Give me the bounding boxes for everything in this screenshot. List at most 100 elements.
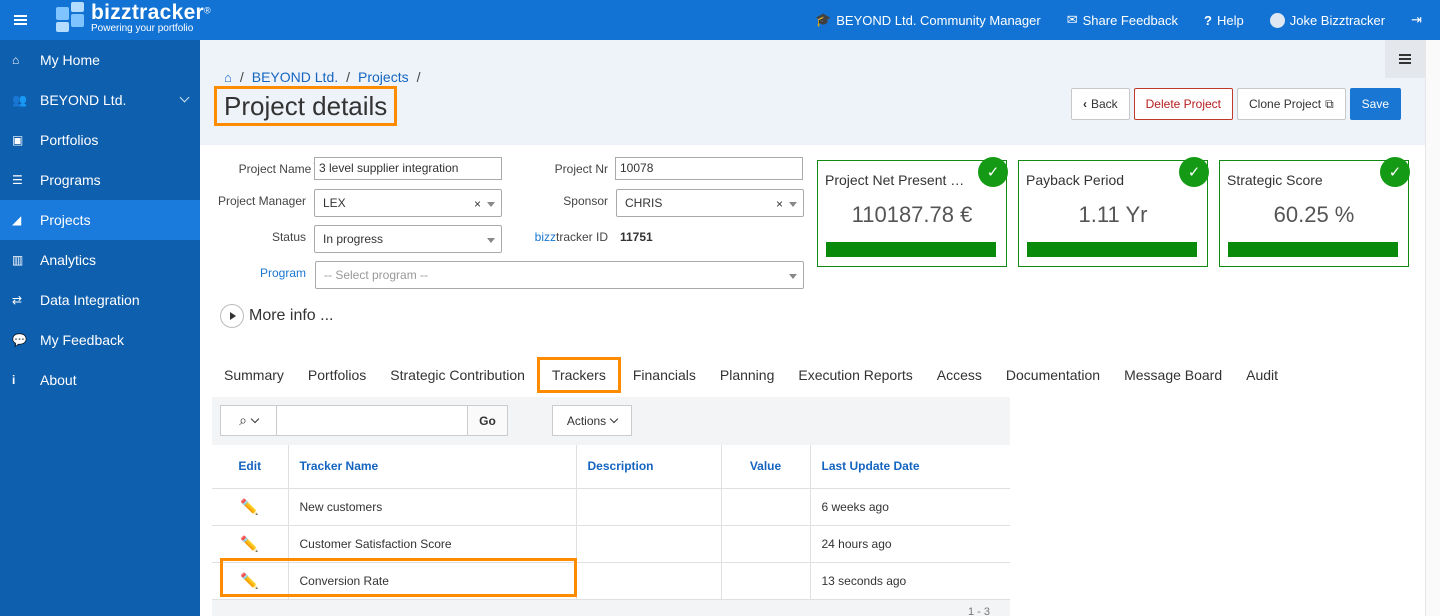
- sponsor-select[interactable]: CHRIS ×: [616, 189, 804, 217]
- sidebar-item-label: Programs: [40, 172, 101, 188]
- tab-portfolios[interactable]: Portfolios: [296, 357, 378, 393]
- tracker-name: Conversion Rate: [288, 562, 577, 600]
- edit-pencil-icon[interactable]: ✏️: [240, 499, 259, 516]
- community-label: BEYOND Ltd. Community Manager: [836, 12, 1041, 28]
- actions-button[interactable]: Actions: [552, 405, 632, 436]
- sidebar-item-my-home[interactable]: ⌂ My Home: [0, 40, 200, 80]
- status-select[interactable]: In progress: [314, 225, 502, 253]
- clone-project-button[interactable]: Clone Project ⧉: [1237, 88, 1346, 120]
- project-name-input[interactable]: 3 level supplier integration: [314, 157, 502, 180]
- save-button[interactable]: Save: [1349, 88, 1401, 120]
- trackers-panel: ⌕ Go Actions Edit Tracker Name Descripti…: [212, 397, 1010, 616]
- tab-summary[interactable]: Summary: [212, 357, 296, 393]
- chevron-left-icon: ‹: [1082, 97, 1087, 111]
- sidebar-item-portfolios[interactable]: ▣ Portfolios: [0, 120, 200, 160]
- kpi-card-npv: Project Net Present Value 110187.78 € ✓: [817, 157, 1008, 267]
- edit-pencil-icon[interactable]: ✏️: [240, 536, 259, 553]
- project-nr-label: Project Nr: [554, 162, 608, 176]
- sidebar-item-data-integration[interactable]: ⇄ Data Integration: [0, 280, 200, 320]
- sidebar-item-programs[interactable]: ☰ Programs: [0, 160, 200, 200]
- program-label[interactable]: Program: [210, 266, 306, 280]
- sidebar-item-label: My Feedback: [40, 332, 125, 348]
- kpi-value: 60.25 %: [1273, 202, 1355, 227]
- sidebar: ⌂ My Home 👥 BEYOND Ltd. ▣ Portfolios ☰ P…: [0, 40, 200, 616]
- trackers-table: Edit Tracker Name Description Value Last…: [212, 445, 1010, 600]
- column-header-description[interactable]: Description: [576, 445, 722, 489]
- tab-strategic-contribution[interactable]: Strategic Contribution: [378, 357, 537, 393]
- column-header-last-update[interactable]: Last Update Date: [810, 445, 1010, 489]
- menu-toggle-icon[interactable]: [0, 0, 40, 40]
- user-name: Joke Bizztracker: [1289, 12, 1386, 28]
- tab-financials[interactable]: Financials: [621, 357, 708, 393]
- tab-access[interactable]: Access: [925, 357, 994, 393]
- community-link[interactable]: 🎓 BEYOND Ltd. Community Manager: [815, 12, 1041, 28]
- graduation-cap-icon: 🎓: [815, 12, 832, 27]
- tracker-updated: 13 seconds ago: [810, 562, 1010, 600]
- brand-name: bizztracker: [91, 1, 205, 24]
- project-manager-select[interactable]: LEX ×: [314, 189, 502, 217]
- clear-icon[interactable]: ×: [776, 197, 783, 211]
- sidebar-item-about[interactable]: i About: [0, 360, 200, 400]
- page-scrollbar[interactable]: [1425, 40, 1440, 616]
- column-header-edit[interactable]: Edit: [212, 445, 289, 489]
- brand-trademark: ®: [204, 5, 211, 16]
- share-feedback-link[interactable]: ✉ Share Feedback: [1067, 12, 1178, 28]
- help-link[interactable]: ? Help: [1204, 13, 1244, 28]
- go-button[interactable]: Go: [467, 406, 507, 435]
- program-select[interactable]: -- Select program --: [315, 261, 804, 289]
- tab-documentation[interactable]: Documentation: [994, 357, 1112, 393]
- more-info-toggle[interactable]: More info ...: [220, 304, 333, 328]
- clear-icon[interactable]: ×: [474, 197, 481, 211]
- brand-tagline: Powering your portfolio: [91, 23, 194, 34]
- tracker-description: [576, 562, 722, 600]
- sidebar-item-beyond[interactable]: 👥 BEYOND Ltd.: [0, 80, 200, 120]
- tab-message-board[interactable]: Message Board: [1112, 357, 1234, 393]
- logo[interactable]: bizztracker® Powering your portfolio: [54, 1, 211, 35]
- project-name-label: Project Name*: [238, 159, 318, 176]
- edit-pencil-icon[interactable]: ✏️: [240, 573, 259, 590]
- check-icon: ✓: [1179, 157, 1209, 187]
- tab-audit[interactable]: Audit: [1234, 357, 1290, 393]
- tab-execution-reports[interactable]: Execution Reports: [786, 357, 924, 393]
- kpi-bar: [1027, 242, 1197, 257]
- status-label: Status: [271, 230, 306, 244]
- kpi-value: 110187.78 €: [851, 202, 973, 227]
- copy-icon: ⧉: [1325, 96, 1334, 111]
- users-icon: 👥: [12, 93, 27, 107]
- column-header-value[interactable]: Value: [721, 445, 811, 489]
- back-button[interactable]: ‹ Back: [1070, 88, 1130, 120]
- chevron-down-icon: [789, 274, 797, 279]
- column-header-tracker-name[interactable]: Tracker Name: [288, 445, 577, 489]
- search-column-selector[interactable]: ⌕: [221, 406, 277, 435]
- sidebar-item-projects[interactable]: ◢ Projects: [0, 200, 200, 240]
- sidebar-item-analytics[interactable]: ▥ Analytics: [0, 240, 200, 280]
- kpi-bar: [1228, 242, 1398, 257]
- table-row: ✏️ New customers 6 weeks ago: [212, 488, 1010, 526]
- kpi-title: Strategic Score: [1227, 172, 1323, 188]
- tab-trackers[interactable]: Trackers: [536, 357, 621, 393]
- kpi-title: Project Net Present Value: [825, 172, 969, 188]
- sidebar-item-label: My Home: [40, 52, 100, 68]
- delete-project-button[interactable]: Delete Project: [1133, 88, 1234, 120]
- right-panel-toggle-icon[interactable]: [1385, 40, 1425, 78]
- bizztracker-id-value: 11751: [620, 230, 653, 244]
- user-menu[interactable]: Joke Bizztracker: [1269, 12, 1386, 28]
- chevron-down-icon: [487, 202, 495, 207]
- breadcrumb-item[interactable]: BEYOND Ltd.: [252, 69, 338, 85]
- project-nr-input[interactable]: 10078: [615, 157, 803, 180]
- pagination-range: 1 - 3: [967, 606, 990, 616]
- tab-planning[interactable]: Planning: [708, 357, 787, 393]
- play-icon: [220, 304, 244, 328]
- home-icon[interactable]: ⌂: [224, 70, 232, 85]
- exchange-icon: ⇄: [12, 293, 23, 307]
- breadcrumb-item[interactable]: Projects: [358, 69, 409, 85]
- sidebar-item-my-feedback[interactable]: 💬 My Feedback: [0, 320, 200, 360]
- check-icon: ✓: [978, 157, 1008, 187]
- area-chart-icon: ◢: [12, 213, 22, 227]
- search-input[interactable]: [277, 406, 467, 435]
- search-bar: ⌕ Go: [220, 405, 508, 436]
- project-manager-label: Project Manager: [217, 194, 306, 208]
- logout-icon[interactable]: ⇥: [1411, 12, 1422, 28]
- chevron-down-icon: [609, 414, 619, 423]
- tracker-name: Customer Satisfaction Score: [288, 525, 577, 563]
